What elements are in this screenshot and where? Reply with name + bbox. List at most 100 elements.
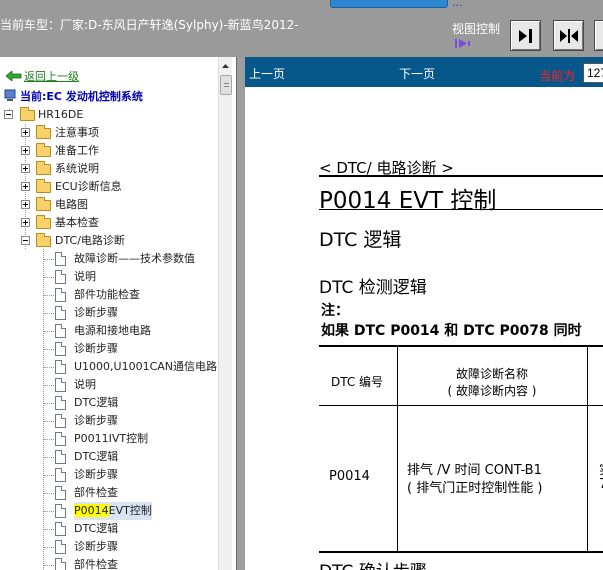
table-rule: [319, 551, 603, 553]
folder-icon: [36, 197, 51, 211]
document-icon: [55, 288, 66, 302]
view-control-label: 视图控制: [452, 22, 501, 36]
title-rule: [319, 209, 603, 210]
tree-document-item[interactable]: U1000,U1001CAN通信电路: [0, 358, 217, 376]
tree-document-label: 诊断步骤: [74, 306, 118, 319]
tree-node-root[interactable]: HR16DE: [0, 106, 210, 124]
tree-folder-label: ECU诊断信息: [55, 180, 122, 193]
tree-document-label: 诊断步骤: [74, 468, 118, 481]
folder-icon: [36, 179, 51, 193]
tree-document-item[interactable]: 说明: [0, 268, 216, 286]
next-page-link[interactable]: 下一页: [399, 65, 435, 82]
view-control-icon: [455, 39, 470, 48]
tree-guide-line: [44, 511, 54, 512]
tree-folder[interactable]: 电路图: [0, 196, 210, 214]
tree-folder-label: 基本检查: [55, 216, 99, 229]
tree-guide-line: [44, 457, 54, 458]
document-icon: [55, 342, 66, 356]
tree-guide-line: [44, 493, 54, 494]
tree-folder-label: 系统说明: [55, 162, 99, 175]
note-label: 注：: [321, 303, 349, 319]
tree-document-item[interactable]: DTC逻辑: [0, 394, 216, 412]
content-toolbar: 上一页 下一页 当前为 127: [245, 57, 603, 87]
expand-toggle[interactable]: [21, 128, 30, 137]
collapse-toggle[interactable]: [4, 110, 13, 119]
back-link-label[interactable]: 返回上一级: [24, 68, 79, 84]
tree-folder[interactable]: DTC/电路诊断: [0, 232, 210, 250]
tree-guide-line: [44, 331, 54, 332]
top-ellipsis-link[interactable]: ...: [452, 0, 463, 9]
scrollbar-thumb[interactable]: [220, 75, 232, 95]
document-icon: [55, 252, 66, 266]
tree-document-item[interactable]: 诊断步骤: [0, 538, 216, 556]
folder-icon: [36, 125, 51, 139]
tree-document-item[interactable]: P0014EVT控制: [0, 502, 216, 520]
vehicle-info: 当前车型：厂家:D-东风日产轩逸(Sylphy)-新蓝鸟2012-: [0, 18, 299, 32]
section-rule: [319, 175, 603, 177]
document-icon: [55, 324, 66, 338]
split-pane-button[interactable]: [553, 20, 584, 51]
page-number-input[interactable]: 127: [583, 63, 603, 83]
tree-document-label: DTC逻辑: [74, 522, 119, 535]
tree-document-item[interactable]: 部件功能检查: [0, 286, 216, 304]
top-button[interactable]: [330, 0, 448, 8]
table-header-name: 故障诊断名称: [455, 367, 528, 381]
pane-splitter[interactable]: [236, 57, 245, 570]
tree-folder-label: DTC/电路诊断: [55, 234, 125, 247]
tree-guide-line: [44, 295, 54, 296]
tree-document-item[interactable]: 诊断步骤: [0, 340, 216, 358]
tree-document-item[interactable]: 诊断步骤: [0, 304, 216, 322]
tree-folder[interactable]: ECU诊断信息: [0, 178, 210, 196]
expand-toggle[interactable]: [21, 146, 30, 155]
tree-document-label-rest: EVT控制: [108, 504, 152, 517]
tree-document-item[interactable]: 诊断步骤: [0, 466, 216, 484]
document-icon: [55, 360, 66, 374]
tree-document-label-selected: P0014EVT控制: [74, 502, 152, 520]
table-cell-dtc-code: P0014: [329, 469, 370, 484]
tree-document-item[interactable]: 部件检查: [0, 484, 216, 502]
document-icon: [55, 504, 66, 518]
expand-toggle[interactable]: [21, 218, 30, 227]
expand-toggle[interactable]: [21, 200, 30, 209]
tree-folder[interactable]: 系统说明: [0, 160, 210, 178]
tree-document-item[interactable]: 部件检查: [0, 556, 216, 570]
back-arrow-icon: [6, 71, 22, 81]
collapse-toggle[interactable]: [21, 236, 30, 245]
show-right-pane-button[interactable]: [594, 20, 603, 51]
document-icon: [55, 432, 66, 446]
prev-page-link[interactable]: 上一页: [249, 65, 285, 82]
tree-folder-label: 电路图: [55, 198, 88, 211]
tree-document-item[interactable]: DTC逻辑: [0, 448, 216, 466]
scroll-up-arrow-icon[interactable]: [219, 59, 232, 73]
tree-scrollbar[interactable]: [218, 57, 232, 570]
document-icon: [55, 378, 66, 392]
tree-document-item[interactable]: P0011IVT控制: [0, 430, 216, 448]
folder-open-icon: [20, 107, 35, 121]
tree-document-item[interactable]: DTC逻辑: [0, 520, 216, 538]
table-cell-name: 排气 /V 时间 CONT-B1: [407, 463, 542, 478]
tree-guide-line: [44, 349, 54, 350]
tree-document-label: P0011IVT控制: [74, 432, 149, 445]
tree-document-item[interactable]: 故障诊断——技术参数值: [0, 250, 216, 268]
tree-document-item[interactable]: 电源和接地电路: [0, 322, 216, 340]
document-icon: [55, 558, 66, 570]
heading-dtc-confirmation: DTC 确认步骤: [319, 557, 427, 570]
document-icon: [55, 468, 66, 482]
show-left-pane-button[interactable]: [510, 20, 541, 51]
table-cell-truncated: 7: [599, 477, 603, 492]
tree-document-item[interactable]: 诊断步骤: [0, 412, 216, 430]
system-icon: [4, 89, 16, 101]
expand-toggle[interactable]: [21, 182, 30, 191]
tree-folder-label: 注意事项: [55, 126, 99, 139]
table-cell-truncated: 实: [599, 459, 603, 478]
table-header-dtc-code: DTC 编号: [331, 375, 384, 389]
folder-icon: [36, 161, 51, 175]
tree-document-label: 诊断步骤: [74, 342, 118, 355]
tree-document-label: 诊断步骤: [74, 540, 118, 553]
tree-folder[interactable]: 准备工作: [0, 142, 210, 160]
tree-folder[interactable]: 基本检查: [0, 214, 210, 232]
expand-toggle[interactable]: [21, 164, 30, 173]
tree-document-item[interactable]: 说明: [0, 376, 216, 394]
search-highlight: P0014: [74, 504, 109, 517]
tree-folder[interactable]: 注意事项: [0, 124, 210, 142]
